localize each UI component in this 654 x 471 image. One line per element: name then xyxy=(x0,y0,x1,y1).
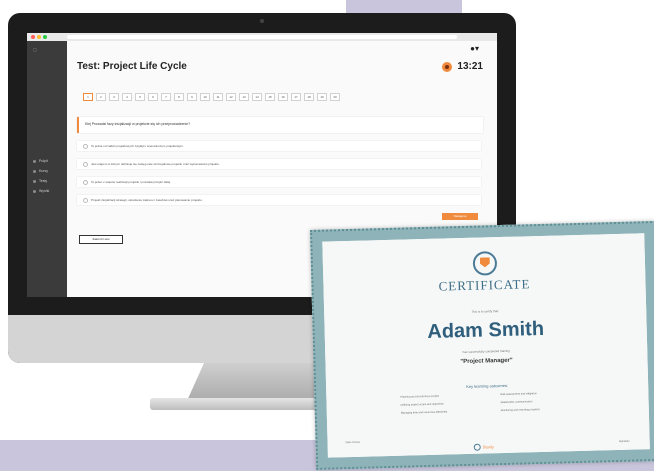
question-number[interactable]: 11 xyxy=(213,93,223,101)
user-icon[interactable]: ●▾ xyxy=(470,44,479,53)
finish-test-button[interactable]: Zakończ test xyxy=(79,235,123,244)
maximize-dot-icon[interactable] xyxy=(43,35,47,39)
question-box: Kiej Prowadzi fazy inicjalizacji w proje… xyxy=(77,117,483,133)
question-number[interactable]: 10 xyxy=(200,93,210,101)
close-dot-icon[interactable] xyxy=(31,35,35,39)
radio-icon[interactable] xyxy=(83,198,88,203)
brand: Stanly xyxy=(473,443,494,451)
nav-bullet-icon xyxy=(33,189,36,193)
radio-icon[interactable] xyxy=(83,162,88,167)
nav-bullet-icon xyxy=(33,169,36,173)
certificate-title: CERTIFICATE xyxy=(438,276,531,294)
timer-value: 13:21 xyxy=(457,61,483,72)
question-number[interactable]: 20 xyxy=(330,93,340,101)
skill-item: Defining project scope and objectives xyxy=(400,402,444,407)
skill-item: Risk assessment and mitigation xyxy=(500,392,537,397)
shield-logo-icon xyxy=(472,251,498,276)
skill-item: Managing time and resources effectively xyxy=(400,410,448,415)
sidebar-item-4[interactable]: Wyniki xyxy=(33,189,49,193)
issue-date: Date of issue xyxy=(345,440,361,445)
signature: Signature xyxy=(618,439,630,443)
question-number[interactable]: 17 xyxy=(291,93,301,101)
question-number[interactable]: 4 xyxy=(122,93,132,101)
answer-option[interactable]: Projekt inicjalizacji strategii, określe… xyxy=(77,195,481,205)
sidebar-logo: ▢ xyxy=(33,47,37,52)
skills-heading: Key learning outcomes: xyxy=(466,382,509,389)
sidebar-item-3[interactable]: Testy xyxy=(33,179,47,183)
address-bar[interactable] xyxy=(67,35,457,39)
nav-bullet-icon xyxy=(33,159,36,163)
question-navigation: 1 2 3 4 5 6 7 8 9 10 11 12 13 14 15 16 1… xyxy=(83,93,340,101)
question-number[interactable]: 18 xyxy=(304,93,314,101)
question-number[interactable]: 19 xyxy=(317,93,327,101)
question-number[interactable]: 3 xyxy=(109,93,119,101)
answer-option[interactable]: To jeden z etapów realizacji projektu i … xyxy=(77,177,481,187)
question-number[interactable]: 7 xyxy=(161,93,171,101)
minimize-dot-icon[interactable] xyxy=(37,35,41,39)
next-button[interactable]: Następne xyxy=(442,213,478,220)
timer: 13:21 xyxy=(442,61,483,72)
question-text: Kiej Prowadzi fazy inicjalizacji w proje… xyxy=(85,122,191,126)
skill-item: Monitoring and reporting progress xyxy=(500,408,540,413)
question-number[interactable]: 12 xyxy=(226,93,236,101)
nav-bullet-icon xyxy=(33,179,36,183)
answer-option[interactable]: To jedna od zadań projektowych zwykłym s… xyxy=(77,141,481,151)
certificate: CERTIFICATE This is to certify that: Ada… xyxy=(310,220,654,470)
certificate-role: "Project Manager" xyxy=(460,357,513,366)
question-number[interactable]: 2 xyxy=(96,93,106,101)
browser-bar xyxy=(27,33,497,41)
skill-item: Stakeholder communication xyxy=(500,400,533,405)
skill-item: Planning and structuring a project xyxy=(400,394,440,399)
question-number[interactable]: 1 xyxy=(83,93,93,101)
window-controls xyxy=(31,35,47,39)
radio-icon[interactable] xyxy=(83,180,88,185)
question-number[interactable]: 6 xyxy=(148,93,158,101)
question-number[interactable]: 13 xyxy=(239,93,249,101)
certificate-body: CERTIFICATE This is to certify that: Ada… xyxy=(322,233,650,458)
question-number[interactable]: 15 xyxy=(265,93,275,101)
question-number[interactable]: 9 xyxy=(187,93,197,101)
sidebar-item-2[interactable]: Kursy xyxy=(33,169,48,173)
skills-left-column: Planning and structuring a project Defin… xyxy=(400,393,491,419)
question-number[interactable]: 14 xyxy=(252,93,262,101)
answer-option[interactable]: Jest etapem w którym definiuje się zasię… xyxy=(77,159,481,169)
question-number[interactable]: 8 xyxy=(174,93,184,101)
sidebar-item-1[interactable]: Pulpit xyxy=(33,159,48,163)
question-number[interactable]: 16 xyxy=(278,93,288,101)
question-number[interactable]: 5 xyxy=(135,93,145,101)
clock-icon xyxy=(442,61,453,72)
brand-logo-icon xyxy=(473,443,481,451)
page-title: Test: Project Life Cycle xyxy=(77,61,187,72)
camera-dot xyxy=(260,19,264,23)
radio-icon[interactable] xyxy=(83,144,88,149)
skills-right-column: Risk assessment and mitigation Stakehold… xyxy=(500,391,591,417)
sidebar: ▢ Pulpit Kursy Testy Wyniki xyxy=(27,41,67,297)
recipient-name: Adam Smith xyxy=(427,317,545,343)
